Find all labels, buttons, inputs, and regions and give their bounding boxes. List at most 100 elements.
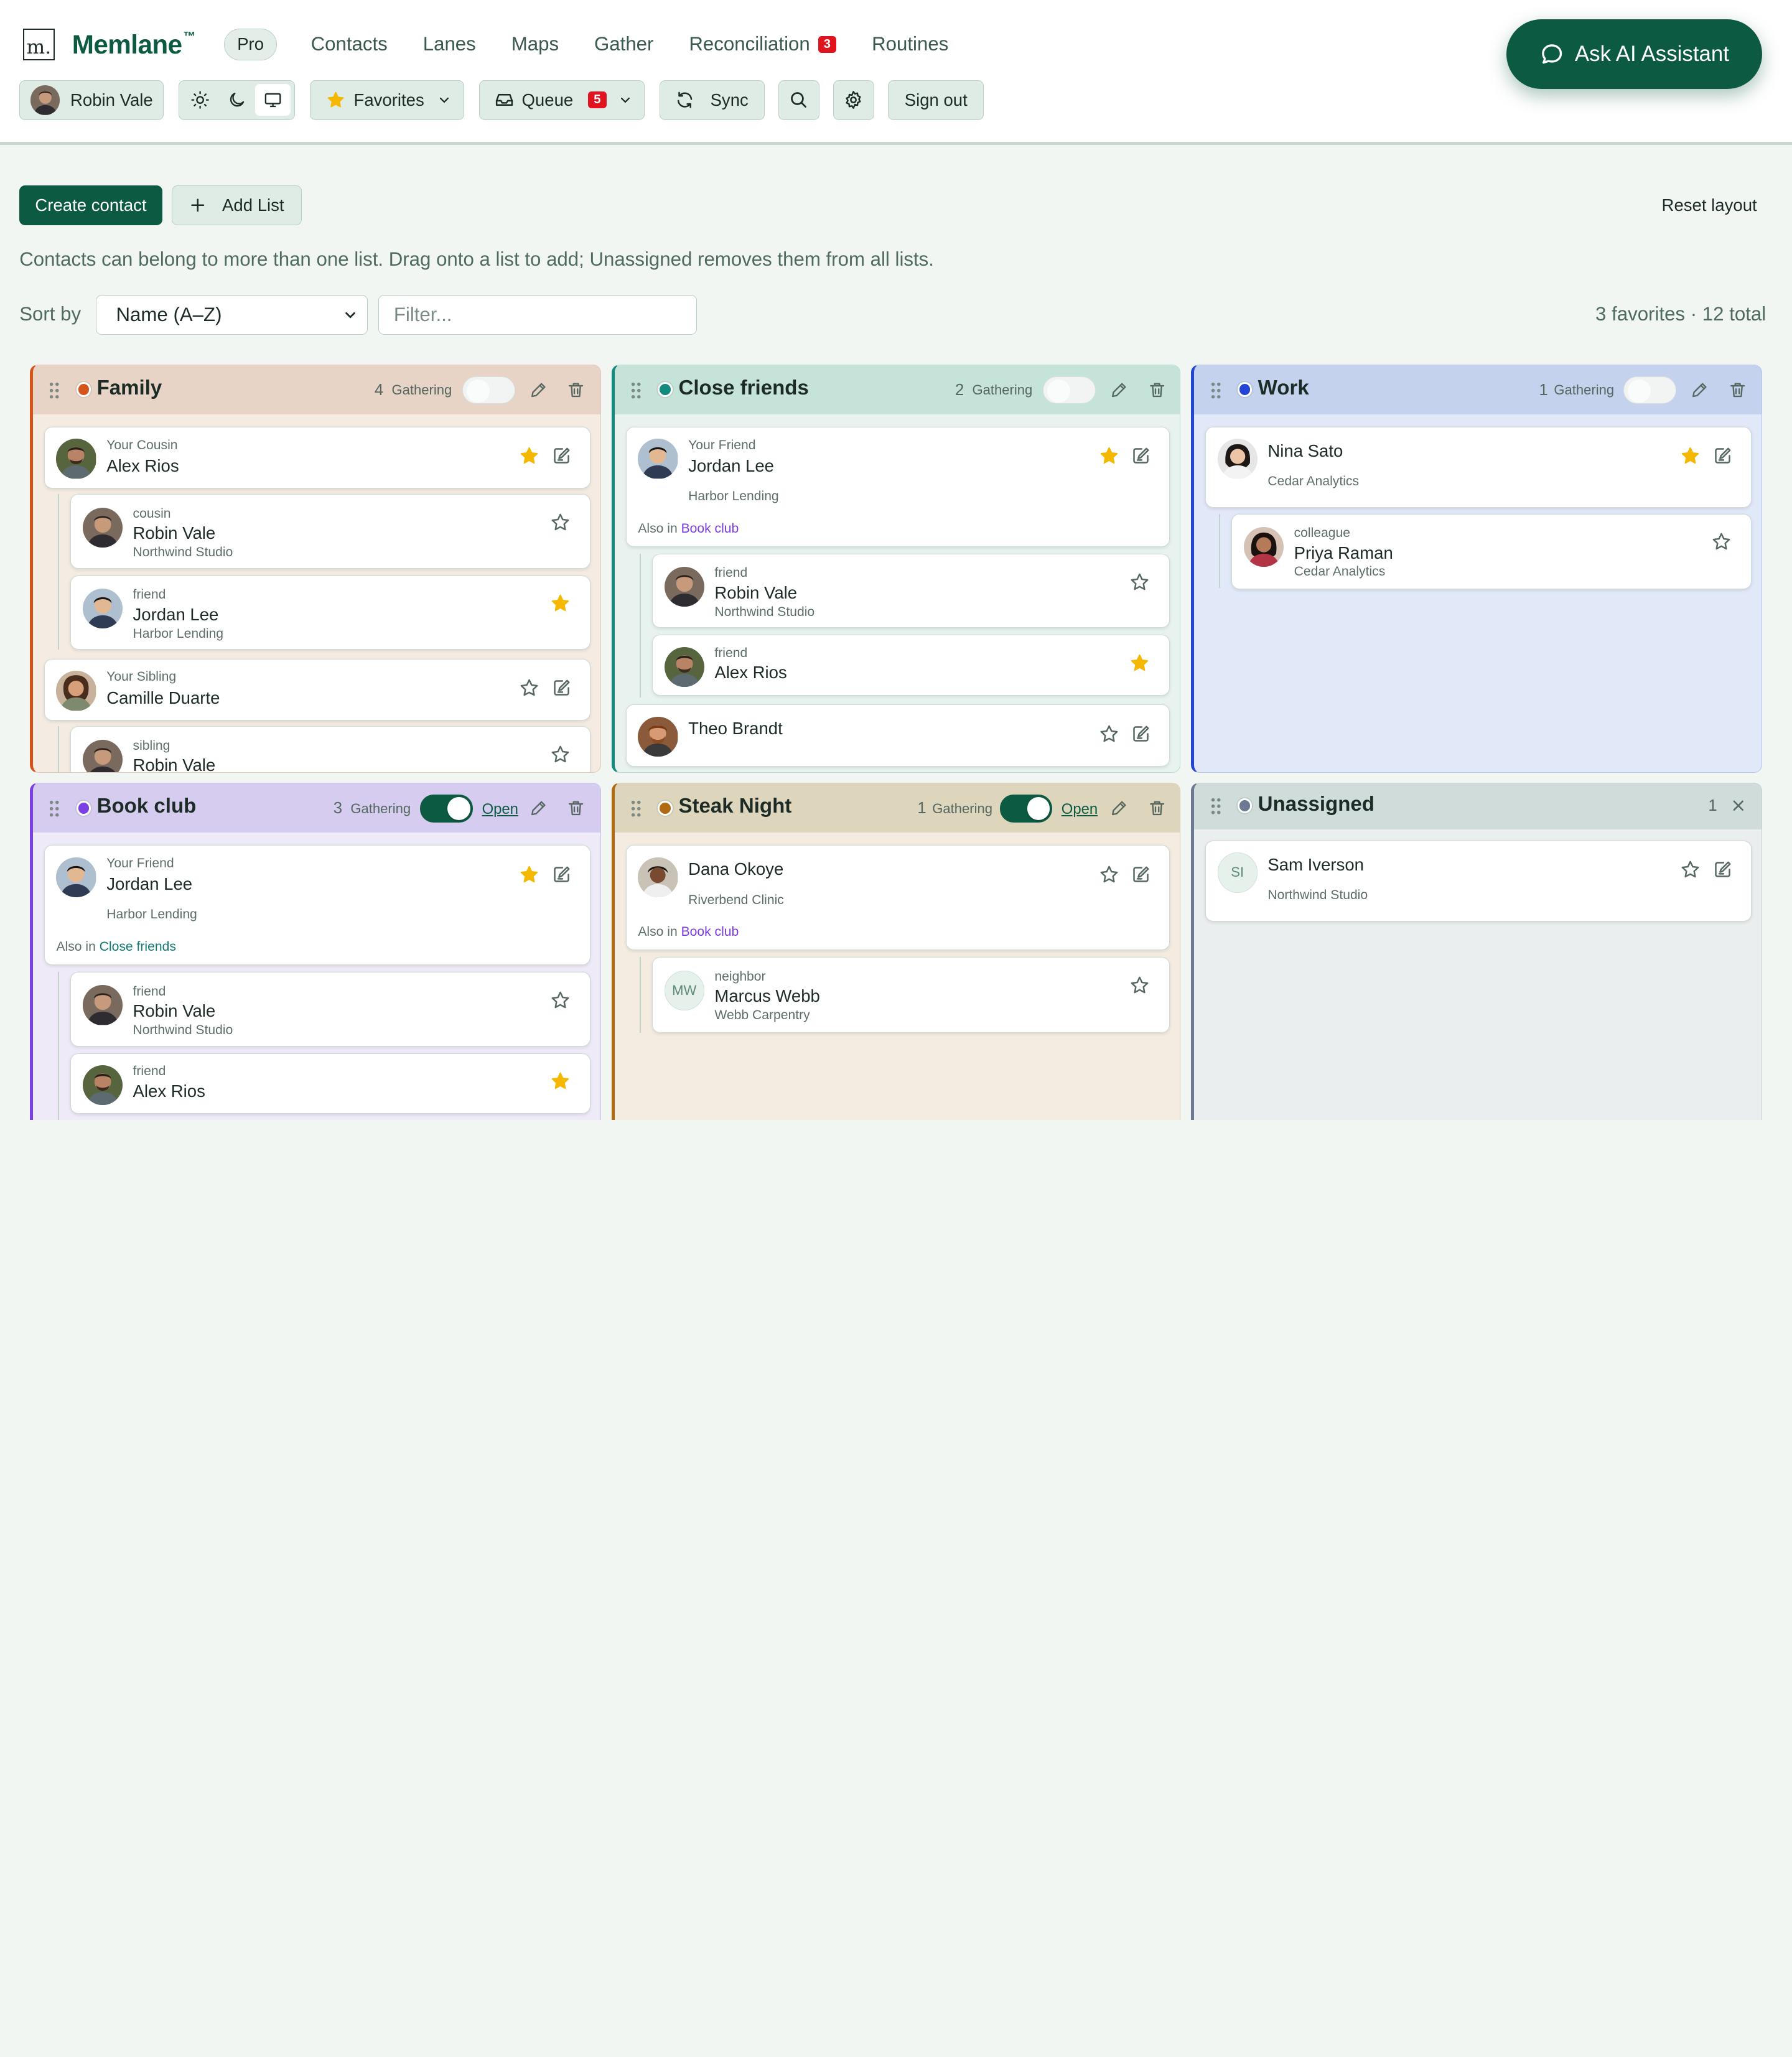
also-in-link[interactable]: Book club xyxy=(681,521,739,536)
star-outline-icon[interactable] xyxy=(1129,572,1150,592)
star-filled-icon[interactable] xyxy=(519,864,539,885)
contact-card[interactable]: Nina Sato Cedar Analytics xyxy=(1205,427,1752,508)
contact-card[interactable]: Your Friend Jordan Lee Harbor Lending Al… xyxy=(44,845,591,966)
contact-card[interactable]: friend Jordan Lee Harbor Lending xyxy=(70,575,591,650)
star-filled-icon[interactable] xyxy=(1680,445,1701,466)
ask-ai-button[interactable]: Ask AI Assistant xyxy=(1506,19,1763,90)
star-outline-icon[interactable] xyxy=(1711,531,1732,552)
contact-card[interactable]: cousin Robin Vale Northwind Studio xyxy=(70,494,591,569)
drag-handle-icon[interactable] xyxy=(1210,797,1221,815)
nav-reconciliation[interactable]: Reconciliation 3 xyxy=(689,33,837,55)
edit-pencil-icon[interactable] xyxy=(529,798,548,818)
notes-icon[interactable] xyxy=(1131,445,1151,466)
notes-icon[interactable] xyxy=(1131,724,1151,744)
edit-pencil-icon[interactable] xyxy=(529,380,548,399)
notes-icon[interactable] xyxy=(1131,864,1151,885)
contact-card[interactable]: colleague Priya Raman Cedar Analytics xyxy=(1231,513,1752,589)
gathering-toggle[interactable] xyxy=(462,376,515,404)
star-filled-icon[interactable] xyxy=(1099,445,1119,466)
nav-gather[interactable]: Gather xyxy=(594,33,653,55)
star-filled-icon[interactable] xyxy=(1129,653,1150,673)
contact-card[interactable]: SI Sam Iverson Northwind Studio xyxy=(1205,840,1752,922)
chevron-down-icon xyxy=(439,97,449,103)
notes-icon[interactable] xyxy=(1712,445,1733,466)
open-gathering-link[interactable]: Open xyxy=(482,801,518,818)
gathering-toggle[interactable] xyxy=(999,795,1053,823)
star-outline-icon[interactable] xyxy=(1099,724,1119,744)
star-outline-icon[interactable] xyxy=(1680,859,1701,880)
sync-button[interactable]: Sync xyxy=(659,80,765,120)
filter-input[interactable]: Filter... xyxy=(378,294,698,335)
trash-icon[interactable] xyxy=(566,798,586,818)
notes-icon[interactable] xyxy=(551,445,572,466)
also-in-link[interactable]: Book club xyxy=(681,925,739,939)
notes-icon[interactable] xyxy=(1712,859,1733,880)
star-outline-icon[interactable] xyxy=(1099,864,1119,885)
edit-pencil-icon[interactable] xyxy=(1109,798,1129,818)
sign-out-button[interactable]: Sign out xyxy=(888,80,984,120)
star-filled-icon[interactable] xyxy=(519,445,539,466)
user-menu-button[interactable]: Robin Vale xyxy=(19,80,164,120)
gathering-toggle[interactable] xyxy=(1043,376,1096,404)
contact-card[interactable]: Theo Brandt xyxy=(625,704,1170,767)
theme-system[interactable] xyxy=(255,83,291,116)
close-icon[interactable] xyxy=(1730,797,1747,814)
star-outline-icon[interactable] xyxy=(550,512,571,533)
trash-icon[interactable] xyxy=(1147,380,1167,399)
nav-lanes[interactable]: Lanes xyxy=(423,33,476,55)
contact-card[interactable]: friend Robin Vale Northwind Studio xyxy=(70,972,591,1047)
contact-card[interactable]: MW neighbor Marcus Webb Webb Carpentry xyxy=(652,957,1170,1033)
reset-layout-button[interactable]: Reset layout xyxy=(1662,195,1757,215)
star-filled-icon[interactable] xyxy=(550,1071,571,1091)
nav-contacts[interactable]: Contacts xyxy=(311,33,388,55)
theme-light[interactable] xyxy=(182,84,218,116)
trash-icon[interactable] xyxy=(1147,798,1167,818)
settings-button[interactable] xyxy=(833,80,875,120)
drag-handle-icon[interactable] xyxy=(630,800,642,818)
queue-dropdown[interactable]: Queue 5 xyxy=(478,80,645,120)
search-button[interactable] xyxy=(778,80,819,120)
trash-icon[interactable] xyxy=(566,380,586,399)
drag-handle-icon[interactable] xyxy=(49,381,60,399)
notes-icon[interactable] xyxy=(551,864,572,885)
logo-mark[interactable]: m. xyxy=(22,28,55,61)
star-outline-icon[interactable] xyxy=(550,990,571,1010)
contact-card[interactable]: Your Sibling Camille Duarte xyxy=(44,658,591,721)
nav-routines[interactable]: Routines xyxy=(872,33,948,55)
contact-card[interactable]: sibling Robin Vale xyxy=(70,726,591,772)
brand-name[interactable]: Memlane ™ xyxy=(72,30,196,60)
contact-card[interactable]: friend Robin Vale Northwind Studio xyxy=(652,553,1170,628)
inbox-icon xyxy=(496,94,513,106)
gathering-toggle[interactable] xyxy=(420,795,473,823)
create-contact-button[interactable]: Create contact xyxy=(19,185,162,225)
also-in-link[interactable]: Close friends xyxy=(100,940,176,954)
contact-card[interactable]: Your Friend Jordan Lee Harbor Lending Al… xyxy=(625,427,1170,547)
contact-card[interactable]: Your Cousin Alex Rios xyxy=(44,427,591,489)
gathering-toggle[interactable] xyxy=(1623,376,1676,404)
theme-dark[interactable] xyxy=(219,84,254,116)
sync-label: Sync xyxy=(710,90,749,110)
contact-card[interactable]: friend Alex Rios xyxy=(652,635,1170,696)
sort-select[interactable]: Name (A–Z) xyxy=(96,294,368,335)
star-outline-icon[interactable] xyxy=(519,678,539,698)
drag-handle-icon[interactable] xyxy=(630,381,642,399)
contact-name: Sam Iverson xyxy=(1267,854,1364,874)
edit-pencil-icon[interactable] xyxy=(1109,380,1129,399)
star-outline-icon[interactable] xyxy=(550,744,571,765)
edit-pencil-icon[interactable] xyxy=(1690,380,1709,399)
drag-handle-icon[interactable] xyxy=(49,800,60,818)
nav-maps[interactable]: Maps xyxy=(511,33,559,55)
gathering-label: Gathering xyxy=(350,800,411,816)
star-filled-icon[interactable] xyxy=(550,593,571,613)
drag-handle-icon[interactable] xyxy=(1210,381,1221,399)
add-list-button[interactable]: Add List xyxy=(171,185,302,225)
contact-card[interactable]: friend Alex Rios xyxy=(70,1053,591,1114)
trash-icon[interactable] xyxy=(1728,380,1747,399)
notes-icon[interactable] xyxy=(551,678,572,698)
contact-avatar xyxy=(82,1065,123,1106)
favorites-dropdown[interactable]: Favorites xyxy=(309,80,464,120)
open-gathering-link[interactable]: Open xyxy=(1062,801,1098,818)
contact-card[interactable]: Dana Okoye Riverbend Clinic Also in Book… xyxy=(625,845,1170,951)
contact-name: Alex Rios xyxy=(714,663,787,683)
star-outline-icon[interactable] xyxy=(1129,975,1150,996)
